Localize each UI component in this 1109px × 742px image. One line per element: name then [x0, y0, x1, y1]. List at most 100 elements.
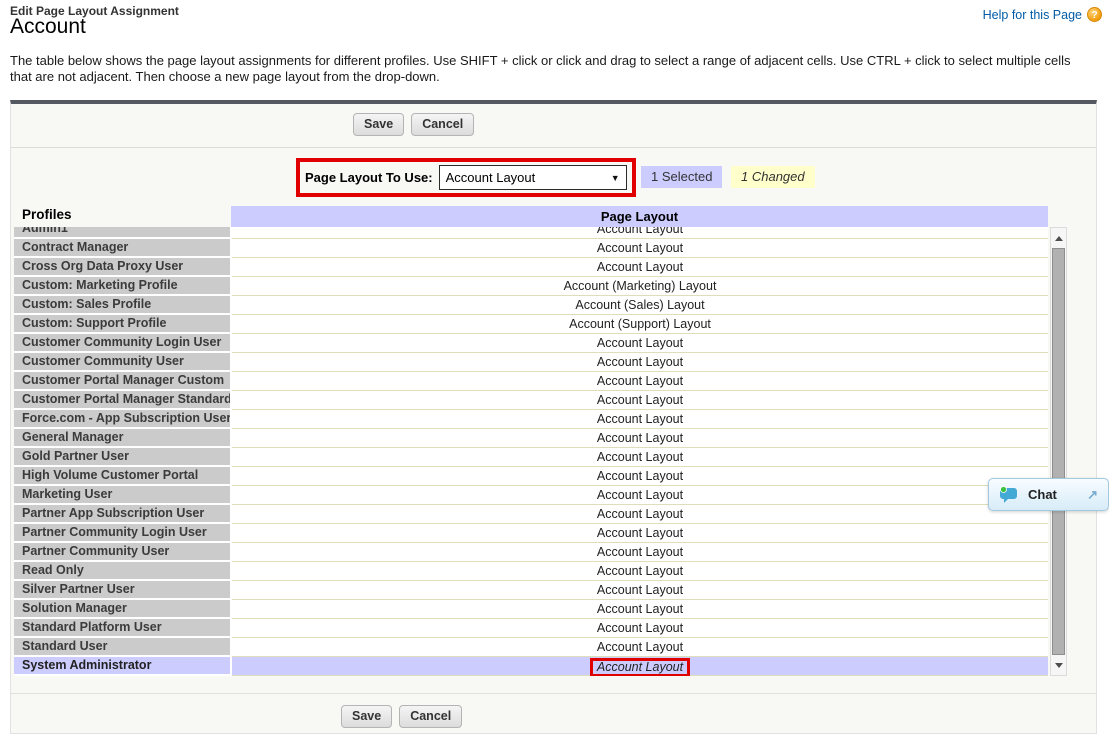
table-row: Partner Community UserAccount Layout [14, 543, 1048, 562]
table-row: Cross Org Data Proxy UserAccount Layout [14, 258, 1048, 277]
divider-top [11, 147, 1096, 148]
layout-cell[interactable]: Account Layout [232, 448, 1048, 467]
table-row: Contract ManagerAccount Layout [14, 239, 1048, 258]
layout-cell[interactable]: Account Layout [232, 372, 1048, 391]
profile-cell[interactable]: Customer Portal Manager Standard [14, 391, 230, 408]
layout-cell[interactable]: Account Layout [232, 467, 1048, 486]
table-row: Customer Community UserAccount Layout [14, 353, 1048, 372]
table-row: Partner Community Login UserAccount Layo… [14, 524, 1048, 543]
profile-cell[interactable]: Admin1 [14, 227, 230, 237]
page-layout-assignment-panel: Save Cancel Page Layout To Use: Account … [10, 100, 1097, 734]
layout-cell[interactable]: Account Layout [232, 258, 1048, 277]
scrollbar-thumb[interactable] [1052, 248, 1065, 655]
layout-cell[interactable]: Account Layout [232, 353, 1048, 372]
layout-cell[interactable]: Account Layout [232, 505, 1048, 524]
divider-bottom [11, 693, 1096, 694]
layout-cell[interactable]: Account Layout [232, 562, 1048, 581]
layout-cell[interactable]: Account Layout [232, 486, 1048, 505]
selected-count-badge: 1 Selected [641, 166, 722, 188]
scroll-down-arrow-icon [1055, 663, 1063, 668]
save-button-top[interactable]: Save [353, 113, 404, 136]
profile-cell[interactable]: Silver Partner User [14, 581, 230, 598]
table-row: Customer Portal Manager StandardAccount … [14, 391, 1048, 410]
table-row: Custom: Support ProfileAccount (Support)… [14, 315, 1048, 334]
profile-table-body: Admin1Account LayoutContract ManagerAcco… [14, 227, 1048, 676]
profile-cell[interactable]: Solution Manager [14, 600, 230, 617]
table-row: Solution ManagerAccount Layout [14, 600, 1048, 619]
table-row: System Administrator Account Layout [14, 657, 1048, 676]
layout-cell[interactable]: Account (Marketing) Layout [232, 277, 1048, 296]
profile-cell[interactable]: Standard User [14, 638, 230, 655]
help-link[interactable]: Help for this Page [983, 8, 1082, 22]
layout-cell[interactable]: Account Layout [232, 429, 1048, 448]
table-row: Customer Community Login UserAccount Lay… [14, 334, 1048, 353]
page-layout-column-header: Page Layout [231, 206, 1048, 227]
table-scrollbar[interactable] [1050, 227, 1067, 676]
layout-cell[interactable]: Account Layout [232, 619, 1048, 638]
profile-cell[interactable]: Marketing User [14, 486, 230, 503]
select-dropdown-arrow-icon: ▼ [611, 166, 620, 190]
profile-table-viewport: Admin1Account LayoutContract ManagerAcco… [14, 227, 1048, 676]
profile-cell[interactable]: Custom: Sales Profile [14, 296, 230, 313]
table-row: Admin1Account Layout [14, 227, 1048, 239]
profile-cell[interactable]: Standard Platform User [14, 619, 230, 636]
layout-cell[interactable]: Account Layout [232, 581, 1048, 600]
layout-cell[interactable]: Account Layout [232, 543, 1048, 562]
table-row: High Volume Customer PortalAccount Layou… [14, 467, 1048, 486]
changed-layout-highlight: Account Layout [590, 658, 690, 676]
profiles-column-header: Profiles [22, 207, 72, 222]
layout-cell[interactable]: Account Layout [232, 391, 1048, 410]
scrollbar-down-button[interactable] [1051, 655, 1066, 675]
table-row: Partner App Subscription UserAccount Lay… [14, 505, 1048, 524]
page-title: Account [10, 15, 86, 39]
layout-cell[interactable]: Account Layout [232, 657, 1048, 676]
profile-cell[interactable]: Partner Community User [14, 543, 230, 560]
layout-cell[interactable]: Account Layout [232, 239, 1048, 258]
profile-cell[interactable]: Partner Community Login User [14, 524, 230, 541]
layout-cell[interactable]: Account Layout [232, 524, 1048, 543]
profile-cell[interactable]: Custom: Support Profile [14, 315, 230, 332]
profile-cell[interactable]: Partner App Subscription User [14, 505, 230, 522]
chat-popout-arrow-icon: ↗ [1087, 487, 1098, 503]
bottom-button-row: Save Cancel [341, 705, 462, 728]
page-description: The table below shows the page layout as… [10, 53, 1105, 85]
layout-cell[interactable]: Account (Support) Layout [232, 315, 1048, 334]
cancel-button-top[interactable]: Cancel [411, 113, 474, 136]
save-button-bottom[interactable]: Save [341, 705, 392, 728]
table-row: Marketing UserAccount Layout [14, 486, 1048, 505]
table-row: Custom: Sales ProfileAccount (Sales) Lay… [14, 296, 1048, 315]
page-layout-select[interactable]: Account Layout ▼ [439, 165, 627, 190]
table-row: Custom: Marketing ProfileAccount (Market… [14, 277, 1048, 296]
profile-cell[interactable]: Cross Org Data Proxy User [14, 258, 230, 275]
profile-cell[interactable]: Contract Manager [14, 239, 230, 256]
table-row: Gold Partner UserAccount Layout [14, 448, 1048, 467]
layout-cell[interactable]: Account (Sales) Layout [232, 296, 1048, 315]
profile-cell[interactable]: System Administrator [14, 657, 230, 674]
cancel-button-bottom[interactable]: Cancel [399, 705, 462, 728]
chat-widget[interactable]: Chat ↗ [988, 478, 1109, 511]
layout-cell[interactable]: Account Layout [232, 410, 1048, 429]
profile-cell[interactable]: Customer Community User [14, 353, 230, 370]
table-row: General ManagerAccount Layout [14, 429, 1048, 448]
help-question-icon[interactable]: ? [1087, 7, 1102, 22]
top-button-row: Save Cancel [353, 113, 474, 136]
profile-cell[interactable]: Read Only [14, 562, 230, 579]
layout-cell[interactable]: Account Layout [232, 334, 1048, 353]
layout-select-label: Page Layout To Use: [305, 170, 433, 185]
profile-cell[interactable]: Force.com - App Subscription User [14, 410, 230, 427]
profile-cell[interactable]: General Manager [14, 429, 230, 446]
layout-cell[interactable]: Account Layout [232, 638, 1048, 657]
profile-cell[interactable]: Gold Partner User [14, 448, 230, 465]
layout-cell[interactable]: Account Layout [232, 600, 1048, 619]
page-description-line1: The table below shows the page layout as… [10, 53, 1105, 69]
scrollbar-up-button[interactable] [1051, 228, 1066, 248]
profile-cell[interactable]: Customer Community Login User [14, 334, 230, 351]
profile-cell[interactable]: Custom: Marketing Profile [14, 277, 230, 294]
table-row: Silver Partner UserAccount Layout [14, 581, 1048, 600]
layout-cell[interactable]: Account Layout [232, 227, 1048, 239]
profile-cell[interactable]: Customer Portal Manager Custom [14, 372, 230, 389]
help-area: Help for this Page ? [983, 7, 1102, 22]
profile-cell[interactable]: High Volume Customer Portal [14, 467, 230, 484]
changed-count-badge: 1 Changed [731, 166, 815, 188]
table-row: Customer Portal Manager CustomAccount La… [14, 372, 1048, 391]
